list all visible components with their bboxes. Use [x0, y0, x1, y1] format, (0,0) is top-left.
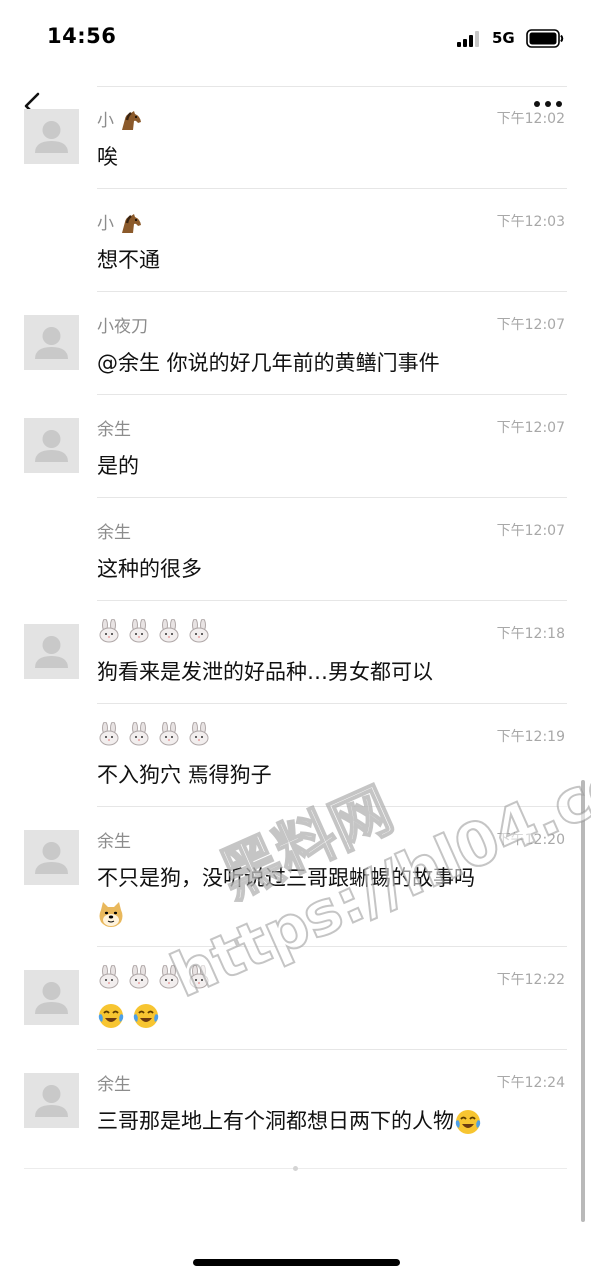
- rabbit-emoji-icon: [99, 619, 119, 643]
- rabbit-emoji-icon: [189, 619, 209, 643]
- default-avatar-icon: [35, 121, 68, 153]
- message-text: 狗看来是发泄的好品种…男女都可以: [97, 660, 433, 684]
- laugh-cry-emoji-icon: [98, 1004, 124, 1028]
- default-avatar-icon: [35, 982, 68, 1014]
- message-time: 下午12:02: [496, 111, 565, 127]
- message-text: 不只是狗，没听说过三哥跟蜥蜴的故事吗: [97, 866, 475, 890]
- sender-name: 小: [97, 106, 143, 132]
- scrollbar[interactable]: [581, 780, 585, 1222]
- rabbit-emoji-icon: [189, 965, 209, 989]
- horse-emoji-icon: [122, 214, 142, 233]
- avatar[interactable]: [24, 830, 79, 885]
- rabbit-emoji-icon: [129, 722, 149, 746]
- message-text: 三哥那是地上有个洞都想日两下的人物: [97, 1109, 454, 1133]
- status-time: 14:56: [47, 24, 117, 48]
- horse-emoji-icon: [122, 111, 142, 130]
- default-avatar-icon: [35, 327, 68, 359]
- message-text: 这种的很多: [97, 557, 202, 581]
- laugh-cry-emoji-icon: [133, 1004, 158, 1028]
- avatar[interactable]: [24, 315, 79, 370]
- avatar[interactable]: [24, 624, 79, 679]
- sender-name: 余生: [97, 523, 131, 543]
- network-label: 5G: [492, 29, 515, 47]
- default-avatar-icon: [35, 842, 68, 874]
- message-text: 唉: [97, 145, 118, 169]
- rabbit-emoji-icon: [189, 722, 209, 746]
- message-time: 下午12:07: [496, 317, 565, 333]
- rabbit-emoji-icon: [159, 965, 179, 989]
- sender-name: 余生: [97, 420, 131, 440]
- message-time: 下午12:03: [496, 214, 565, 230]
- message-item[interactable]: 下午12:19 不入狗穴 焉得狗子: [0, 704, 591, 807]
- message-text: 不入狗穴 焉得狗子: [97, 763, 272, 787]
- default-avatar-icon: [35, 1085, 68, 1117]
- message-time: 下午12:22: [496, 972, 565, 988]
- rabbit-emoji-icon: [159, 722, 179, 746]
- message-item[interactable]: 小 下午12:02 唉: [0, 86, 591, 189]
- rabbit-emoji-icon: [99, 965, 119, 989]
- sender-name: 余生: [97, 832, 131, 852]
- message-item[interactable]: 余生 下午12:07 这种的很多: [0, 498, 591, 601]
- message-item[interactable]: 小 下午12:03 想不通: [0, 189, 591, 292]
- message-item[interactable]: 余生 下午12:07 是的: [0, 395, 591, 498]
- avatar[interactable]: [24, 418, 79, 473]
- footer-dot: [293, 1166, 298, 1171]
- sender-name-rabbits: [97, 965, 211, 989]
- message-time: 下午12:18: [496, 626, 565, 642]
- rabbit-emoji-icon: [159, 619, 179, 643]
- message-emoji-line: [97, 900, 125, 928]
- laugh-cry-emoji-icon: [455, 1110, 481, 1134]
- message-time: 下午12:07: [496, 420, 565, 436]
- message-time: 下午12:19: [496, 729, 565, 745]
- home-indicator[interactable]: [193, 1259, 400, 1266]
- sender-name-rabbits: [97, 722, 211, 746]
- default-avatar-icon: [35, 430, 68, 462]
- message-item[interactable]: 余生 下午12:24 三哥那是地上有个洞都想日两下的人物: [0, 1050, 591, 1153]
- message-time: 下午12:24: [496, 1075, 565, 1091]
- rabbit-emoji-icon: [129, 965, 149, 989]
- sender-name-rabbits: [97, 619, 211, 643]
- message-emoji-text: [97, 1002, 160, 1030]
- avatar[interactable]: [24, 1073, 79, 1128]
- default-avatar-icon: [35, 636, 68, 668]
- avatar[interactable]: [24, 109, 79, 164]
- sender-name: 小: [97, 209, 143, 235]
- message-item[interactable]: 余生 下午12:20 不只是狗，没听说过三哥跟蜥蜴的故事吗: [0, 807, 591, 947]
- status-bar: 14:56 5G: [0, 0, 591, 72]
- rabbit-emoji-icon: [129, 619, 149, 643]
- avatar[interactable]: [24, 970, 79, 1025]
- sender-name: 小夜刀: [97, 317, 148, 337]
- sender-name: 余生: [97, 1075, 131, 1095]
- message-time: 下午12:07: [496, 523, 565, 539]
- signal-bars-icon: [457, 31, 479, 47]
- message-text-wrap: 三哥那是地上有个洞都想日两下的人物: [97, 1105, 482, 1136]
- message-item[interactable]: 下午12:22: [0, 947, 591, 1050]
- message-text: 想不通: [97, 248, 160, 272]
- message-item[interactable]: 小夜刀 下午12:07 @余生 你说的好几年前的黄鳝门事件: [0, 292, 591, 395]
- message-text: 是的: [97, 454, 139, 478]
- message-time: 下午12:20: [496, 832, 565, 848]
- message-text: @余生 你说的好几年前的黄鳝门事件: [97, 351, 440, 375]
- battery-icon: [526, 29, 564, 48]
- doge-emoji-icon: [99, 902, 123, 927]
- rabbit-emoji-icon: [99, 722, 119, 746]
- message-item[interactable]: 下午12:18 狗看来是发泄的好品种…男女都可以: [0, 601, 591, 704]
